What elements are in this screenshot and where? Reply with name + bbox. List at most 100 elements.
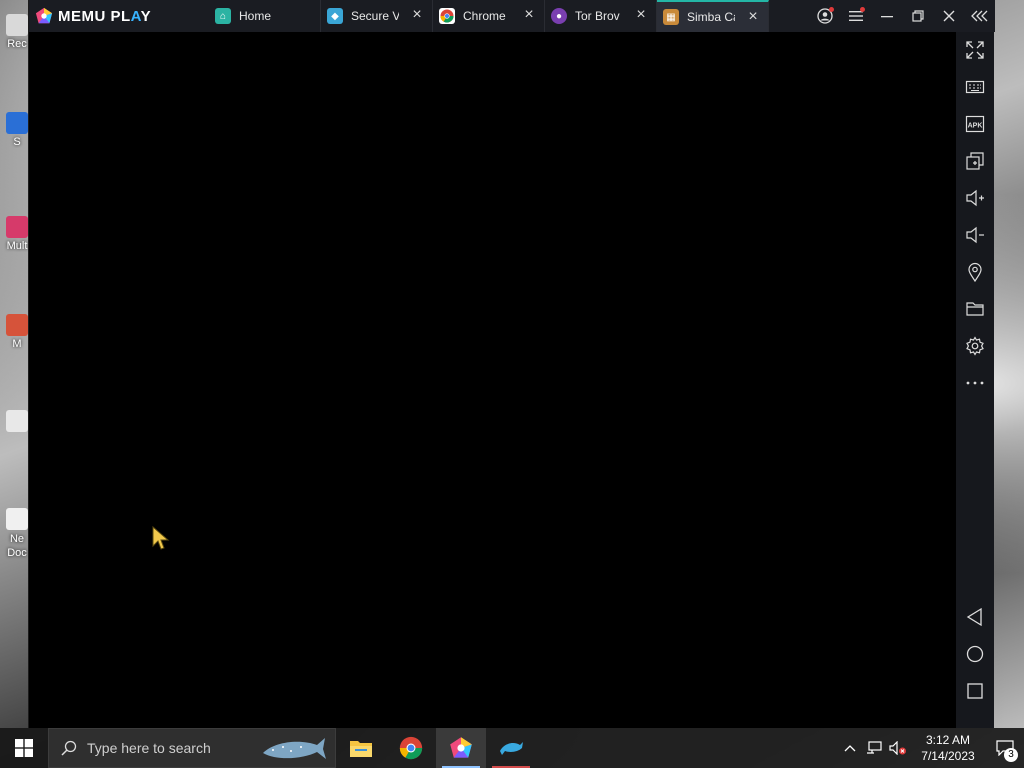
desktop-icon-label: Ne Doc [7, 533, 27, 559]
tab-secure-vpn[interactable]: ◆ Secure V × [321, 0, 433, 32]
action-center-button[interactable]: 3 [986, 728, 1024, 768]
close-icon [943, 10, 954, 22]
windows-logo-icon [15, 739, 33, 757]
system-tray: 3:12 AM 7/14/2023 3 [838, 728, 1024, 768]
tab-close-icon[interactable]: × [746, 9, 760, 25]
taskbar-memu[interactable] [436, 728, 486, 768]
collapse-sidebar-button[interactable] [964, 0, 995, 32]
desktop-icon-label: Rec [7, 38, 27, 50]
desktop-icon-label: M [12, 338, 22, 350]
tab-close-icon[interactable]: × [634, 7, 648, 23]
taskbar-chrome[interactable] [386, 728, 436, 768]
chrome-icon [439, 8, 455, 24]
memu-shortcut-icon [6, 314, 28, 336]
restore-button[interactable] [902, 0, 933, 32]
memu-multi-icon [6, 216, 28, 238]
volume-up-icon [966, 189, 984, 207]
folder-icon [966, 302, 984, 316]
search-icon [61, 740, 77, 756]
volume-button[interactable] [886, 728, 910, 768]
tab-chrome[interactable]: Chrome × [433, 0, 545, 32]
minimize-button[interactable] [871, 0, 902, 32]
tab-label: Secure V [351, 9, 399, 23]
desktop-icon-label: S [13, 136, 21, 148]
secure-vpn-icon: ◆ [327, 8, 343, 24]
tab-strip: ⌂ Home ◆ Secure V × Chrome × ● Tor Brov … [209, 0, 769, 32]
notification-count-badge: 3 [1004, 748, 1018, 762]
window-controls [809, 0, 995, 32]
network-icon [867, 741, 882, 754]
clock-date: 7/14/2023 [921, 749, 975, 763]
multi-instance-icon [966, 152, 984, 170]
taskbar-dolphin[interactable] [486, 728, 536, 768]
fullscreen-button[interactable] [963, 38, 987, 62]
search-placeholder: Type here to search [87, 740, 211, 756]
settings-button[interactable] [963, 334, 987, 358]
android-home-button[interactable] [963, 642, 987, 666]
tab-label: Simba Ca [687, 10, 735, 24]
brand-accent: A [130, 7, 141, 25]
tab-tor-browser[interactable]: ● Tor Brov × [545, 0, 657, 32]
account-button[interactable] [809, 0, 840, 32]
show-hidden-icons-button[interactable] [838, 728, 862, 768]
memu-brand: MEMU PLAY [29, 0, 209, 32]
simba-cat-icon: ▦ [663, 9, 679, 25]
emulator-sidebar: APK [956, 32, 994, 728]
volume-muted-icon [889, 741, 906, 755]
tor-browser-icon: ● [551, 8, 567, 24]
back-icon [966, 607, 982, 627]
whale-shark-highlight-icon [263, 738, 326, 759]
brand-prefix: MEMU PL [58, 7, 131, 25]
menu-button[interactable] [840, 0, 871, 32]
home-icon [966, 645, 984, 663]
tab-close-icon[interactable]: × [410, 7, 424, 23]
screen-root: Rec S Mult M Ne Doc MEMU PLAY ⌂ Home ◆ S… [0, 0, 1024, 768]
title-bar[interactable]: MEMU PLAY ⌂ Home ◆ Secure V × Chrome × ●… [29, 0, 995, 32]
keyboard-button[interactable] [963, 75, 987, 99]
close-button[interactable] [933, 0, 964, 32]
folder-button[interactable] [963, 297, 987, 321]
recents-button[interactable] [963, 679, 987, 703]
taskbar-file-explorer[interactable] [336, 728, 386, 768]
recents-icon [967, 683, 983, 699]
tab-label: Tor Brov [575, 9, 620, 23]
taskbar-search[interactable]: Type here to search [48, 728, 336, 768]
memu-brand-text: MEMU PLAY [58, 8, 151, 25]
file-icon [6, 410, 28, 432]
brand-suffix: Y [140, 7, 152, 25]
volume-up-button[interactable] [963, 186, 987, 210]
apk-button[interactable]: APK [963, 112, 987, 136]
location-button[interactable] [963, 260, 987, 284]
notification-dot [860, 7, 865, 12]
dolphin-icon [500, 742, 523, 755]
volume-down-icon [966, 226, 984, 244]
fullscreen-icon [966, 41, 984, 59]
windows-taskbar: Type here to search 3:12 AM 7/14/2023 3 [0, 728, 1024, 768]
apk-label: APK [968, 123, 983, 130]
back-button[interactable] [963, 605, 987, 629]
network-button[interactable] [862, 728, 886, 768]
start-button[interactable] [0, 728, 48, 768]
more-icon [966, 381, 984, 385]
minimize-icon [880, 16, 893, 18]
apk-icon: APK [965, 115, 985, 133]
desktop-icon-label: Mult [6, 240, 28, 252]
tab-home[interactable]: ⌂ Home [209, 0, 321, 32]
taskbar-clock[interactable]: 3:12 AM 7/14/2023 [910, 732, 986, 764]
android-screen[interactable] [29, 32, 957, 728]
multi-instance-button[interactable] [963, 149, 987, 173]
restore-icon [911, 10, 924, 22]
home-app-icon: ⌂ [215, 8, 231, 24]
app-shortcut-icon [6, 112, 28, 134]
tab-simba-cat[interactable]: ▦ Simba Ca × [657, 0, 769, 32]
chevron-up-icon [844, 745, 856, 752]
volume-down-button[interactable] [963, 223, 987, 247]
more-button[interactable] [963, 371, 987, 395]
tab-label: Home [239, 9, 272, 23]
file-explorer-icon [350, 741, 372, 757]
keyboard-icon [965, 80, 985, 94]
memu-logo-icon [35, 7, 53, 24]
tab-close-icon[interactable]: × [522, 7, 536, 23]
clock-time: 3:12 AM [925, 733, 971, 747]
memu-icon [450, 737, 472, 758]
